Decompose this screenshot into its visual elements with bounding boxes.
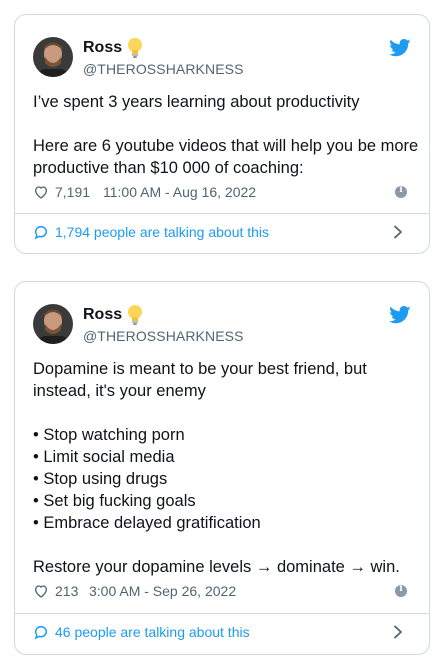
info-icon[interactable] bbox=[395, 584, 407, 597]
timestamp[interactable]: 3:00 AM - Sep 26, 2022 bbox=[89, 583, 236, 599]
avatar[interactable] bbox=[33, 37, 73, 77]
talking-label[interactable]: 46 people are talking about this bbox=[55, 624, 250, 640]
twitter-bird-icon[interactable] bbox=[389, 39, 411, 57]
list-item: • Stop using drugs bbox=[33, 470, 168, 488]
timestamp[interactable]: 11:00 AM - Aug 16, 2022 bbox=[103, 184, 256, 200]
talking-link[interactable]: 1,794 people are talking about this bbox=[33, 221, 411, 243]
tweet-card[interactable]: Ross @THEROSSHARKNESS Dopamine is meant … bbox=[14, 281, 430, 655]
speech-bubble-icon bbox=[33, 624, 49, 640]
speech-bubble-icon bbox=[33, 224, 49, 240]
talking-label[interactable]: 1,794 people are talking about this bbox=[55, 224, 269, 240]
tweet-text: I’ve spent 3 years learning about produc… bbox=[33, 91, 419, 179]
chevron-right-icon[interactable] bbox=[391, 625, 405, 639]
twitter-bird-icon[interactable] bbox=[389, 306, 411, 324]
tweet-line: productive than $10 000 of coaching: bbox=[33, 159, 304, 177]
tweet-line: I’ve spent 3 years learning about produc… bbox=[33, 93, 360, 111]
talking-link[interactable]: 46 people are talking about this bbox=[33, 621, 411, 643]
chevron-right-icon[interactable] bbox=[391, 225, 405, 239]
list-item: • Set big fucking goals bbox=[33, 492, 196, 510]
list-item: • Limit social media bbox=[33, 448, 175, 466]
divider bbox=[15, 213, 429, 214]
heart-outline-icon[interactable] bbox=[33, 184, 49, 200]
tweet-line: instead, it's your enemy bbox=[33, 382, 206, 400]
tweet-line: Here are 6 youtube videos that will help… bbox=[33, 137, 419, 155]
info-icon[interactable] bbox=[395, 185, 407, 198]
avatar[interactable] bbox=[33, 304, 73, 344]
tweet-meta: 213 3:00 AM - Sep 26, 2022 bbox=[33, 582, 411, 602]
lightbulb-icon bbox=[126, 37, 144, 59]
tweet-meta: 7,191 11:00 AM - Aug 16, 2022 bbox=[33, 183, 411, 203]
tweet-text: Dopamine is meant to be your best friend… bbox=[33, 358, 411, 578]
tweet-header: Ross @THEROSSHARKNESS bbox=[33, 300, 411, 348]
author-name[interactable]: Ross bbox=[83, 306, 122, 324]
heart-outline-icon[interactable] bbox=[33, 583, 49, 599]
like-count[interactable]: 7,191 bbox=[55, 184, 90, 200]
list-item: • Embrace delayed gratification bbox=[33, 514, 261, 532]
list-item: • Stop watching porn bbox=[33, 426, 185, 444]
tweet-line: Restore your dopamine levels → dominate … bbox=[33, 558, 400, 576]
tweet-header: Ross @THEROSSHARKNESS bbox=[33, 33, 411, 81]
author-handle[interactable]: @THEROSSHARKNESS bbox=[83, 61, 244, 77]
like-count[interactable]: 213 bbox=[55, 583, 78, 599]
author-handle[interactable]: @THEROSSHARKNESS bbox=[83, 328, 244, 344]
tweet-line: Dopamine is meant to be your best friend… bbox=[33, 360, 367, 378]
author-name[interactable]: Ross bbox=[83, 39, 122, 57]
divider bbox=[15, 613, 429, 614]
tweet-card[interactable]: Ross @THEROSSHARKNESS I’ve spent 3 years… bbox=[14, 14, 430, 254]
lightbulb-icon bbox=[126, 304, 144, 326]
